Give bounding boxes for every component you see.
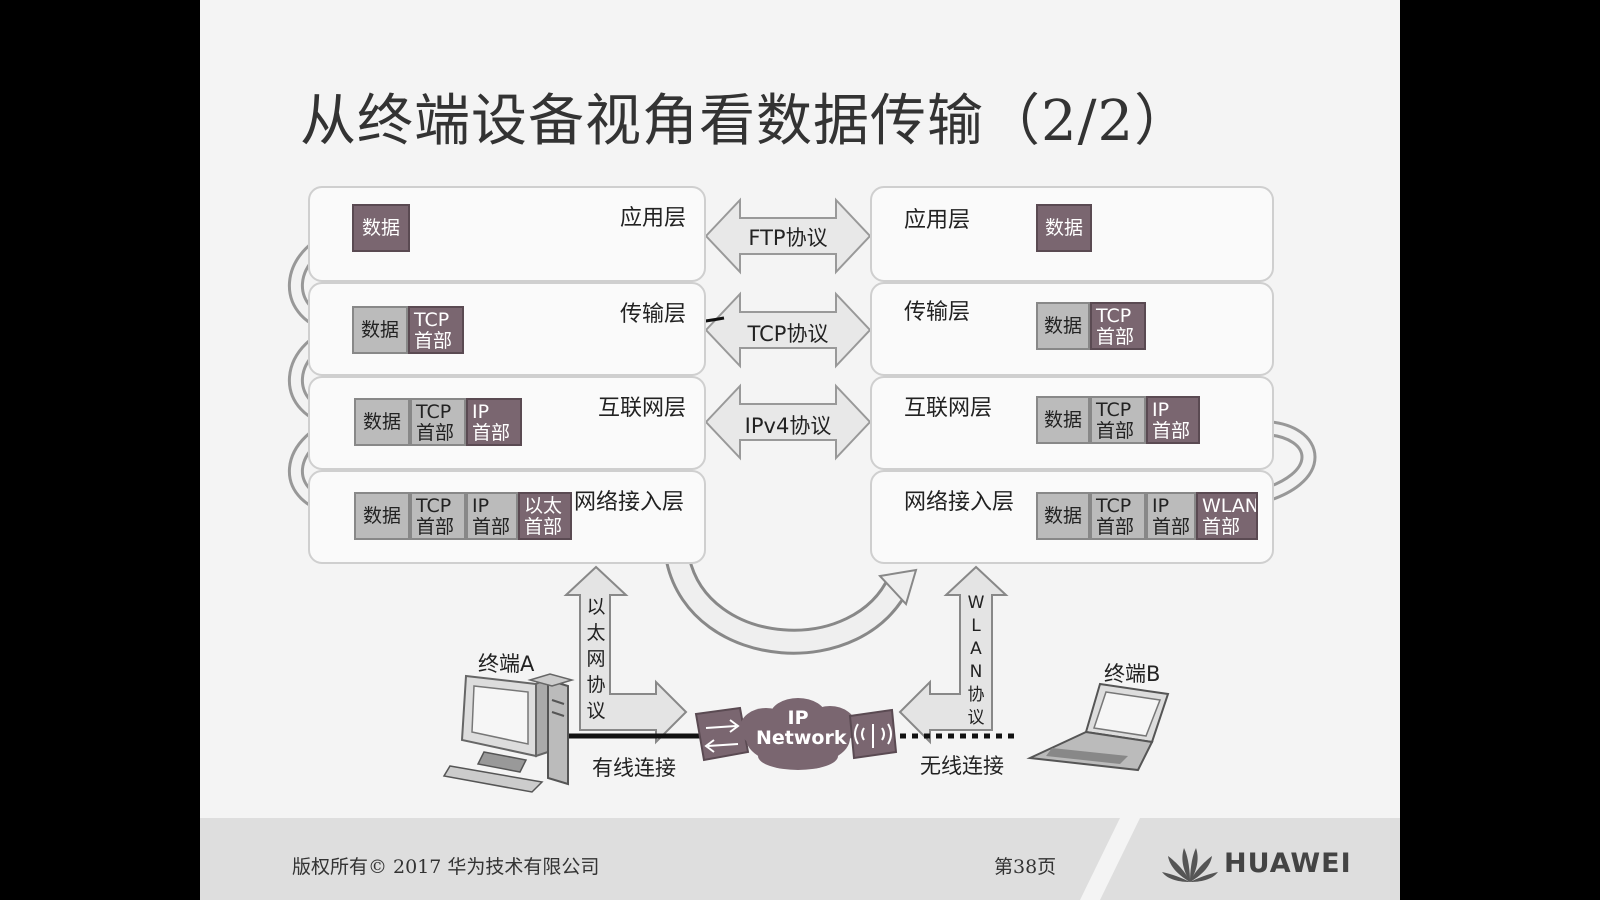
left-layer-name-access: 网络接入层	[574, 490, 685, 515]
right-trans-data-block: 数据	[1036, 302, 1090, 350]
vertical-char: N	[969, 662, 983, 682]
vertical-char: L	[971, 616, 981, 636]
left-acc-data-block: 数据	[354, 492, 410, 540]
switch-icon	[694, 706, 750, 762]
ip-network-label: IP Network	[756, 707, 847, 749]
left-layer-name-transport: 传输层	[620, 302, 687, 327]
vertical-char: W	[967, 593, 985, 613]
vertical-char: 协	[967, 685, 985, 705]
left-acc-ethernet-header: 以太 首部	[518, 492, 572, 540]
copyright-text: 版权所有© 2017 华为技术有限公司	[292, 856, 600, 878]
right-layer-name-transport: 传输层	[904, 300, 971, 325]
vertical-char: 议	[586, 700, 606, 722]
right-acc-ip-header: IP 首部	[1146, 492, 1196, 540]
terminal-a-label: 终端A	[478, 652, 535, 676]
right-net-data-block: 数据	[1036, 396, 1090, 444]
laptop-icon	[1026, 682, 1170, 772]
cloud-line-1: IP	[787, 707, 809, 729]
wired-connection-label: 有线连接	[592, 756, 676, 780]
wireless-connection-label: 无线连接	[920, 754, 1004, 778]
left-net-tcp-header: TCP 首部	[410, 398, 466, 446]
vertical-char: 协	[586, 674, 606, 696]
slide: 从终端设备视角看数据传输（2/2） 应用层 传输层 互联网层 网络接入层 数据 …	[200, 0, 1400, 900]
right-acc-wlan-header: WLAN 首部	[1196, 492, 1258, 540]
footer: 版权所有© 2017 华为技术有限公司 第38页 HUAWEI	[200, 818, 1400, 900]
left-app-data-block: 数据	[352, 204, 410, 252]
vertical-char: 网	[586, 648, 606, 670]
vertical-char: 议	[967, 708, 985, 728]
access-point-icon	[848, 708, 898, 760]
page-number: 第38页	[994, 856, 1057, 878]
pc-icon	[442, 673, 575, 793]
left-acc-tcp-header: TCP 首部	[410, 492, 466, 540]
right-net-ip-header: IP 首部	[1146, 396, 1200, 444]
right-layer-name-internet: 互联网层	[904, 396, 993, 421]
left-acc-ip-header: IP 首部	[466, 492, 518, 540]
left-trans-data-block: 数据	[352, 306, 408, 354]
huawei-logo-icon	[1162, 848, 1218, 882]
ftp-protocol-label: FTP协议	[748, 226, 828, 250]
cloud-line-2: Network	[756, 727, 847, 749]
left-net-data-block: 数据	[354, 398, 410, 446]
left-layer-name-internet: 互联网层	[598, 396, 687, 421]
left-trans-tcp-header: TCP 首部	[408, 306, 464, 354]
terminal-b-label: 终端B	[1104, 662, 1161, 686]
vertical-char: 以	[586, 596, 606, 618]
wlan-arrow	[898, 565, 1009, 745]
ethernet-protocol-label: 以太网协议	[583, 594, 609, 724]
huawei-wordmark: HUAWEI	[1224, 848, 1352, 879]
right-acc-data-block: 数据	[1036, 492, 1090, 540]
right-acc-tcp-header: TCP 首部	[1090, 492, 1146, 540]
ipv4-protocol-label: IPv4协议	[744, 414, 832, 438]
left-layer-name-app: 应用层	[620, 206, 687, 231]
vertical-char: 太	[586, 622, 606, 644]
tcp-protocol-label: TCP协议	[747, 322, 829, 346]
right-net-tcp-header: TCP 首部	[1090, 396, 1146, 444]
left-net-ip-header: IP 首部	[466, 398, 522, 446]
right-layer-name-app: 应用层	[904, 208, 971, 233]
right-trans-tcp-header: TCP 首部	[1090, 302, 1146, 350]
wlan-protocol-label: WLAN协议	[963, 592, 989, 730]
right-layer-name-access: 网络接入层	[904, 490, 1015, 515]
vertical-char: A	[970, 639, 982, 659]
right-app-data-block: 数据	[1036, 204, 1092, 252]
